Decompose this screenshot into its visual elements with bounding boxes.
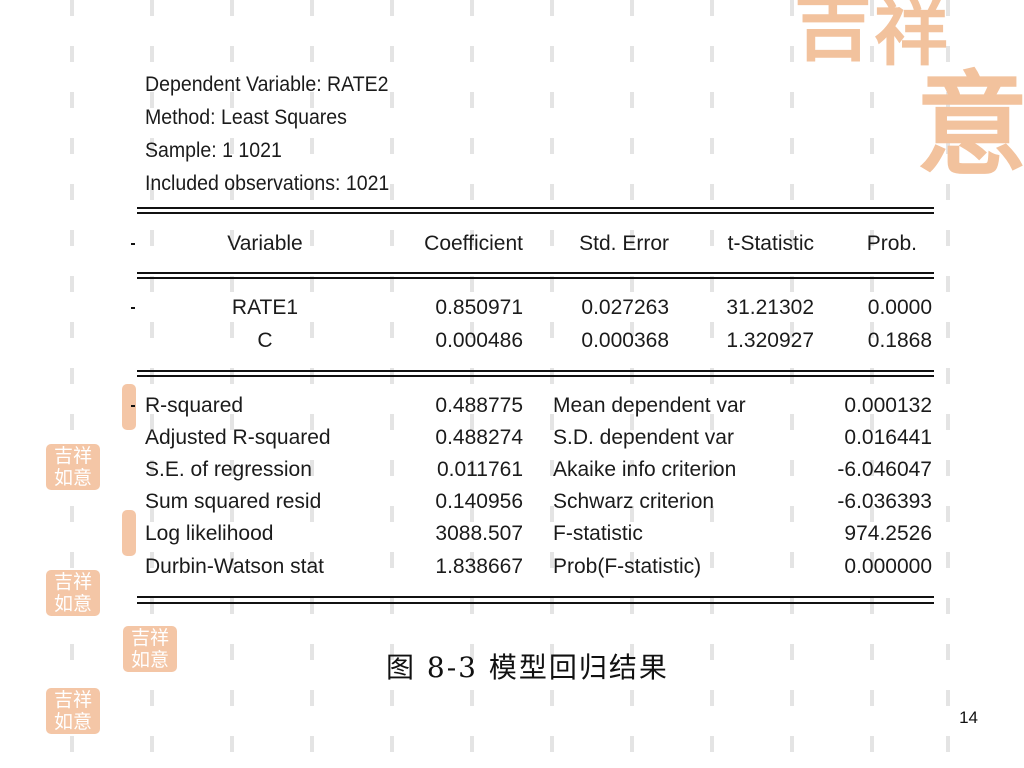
stat-value: 0.488775 — [435, 394, 523, 417]
seal-decoration-small — [122, 384, 136, 430]
column-header-coefficient: Coefficient — [424, 232, 523, 255]
seal-decoration-small: 吉祥 如意 — [46, 570, 100, 616]
t-statistic-value: 31.21302 — [726, 296, 814, 319]
stat-label-right: Mean dependent var — [553, 394, 746, 417]
stat-label: Durbin-Watson stat — [145, 555, 324, 578]
figure-caption: 图 8-3 模型回归结果 — [386, 651, 669, 684]
column-header-t-statistic: t-Statistic — [727, 232, 814, 255]
column-header-variable: Variable — [227, 232, 303, 255]
table-rule-header — [137, 277, 934, 279]
variable-name: C — [257, 329, 273, 352]
stat-label: Sum squared resid — [145, 490, 322, 513]
stat-label-right: S.D. dependent var — [553, 426, 734, 449]
stat-label-right: F-statistic — [553, 522, 643, 545]
seal-decoration-large: 吉 祥 意 — [794, 0, 1024, 210]
seal-decoration-small: 吉祥 如意 — [46, 444, 100, 490]
table-rule-bottom — [137, 602, 934, 604]
seal-decoration-small: 吉祥 如意 — [123, 626, 177, 672]
column-header-std-error: Std. Error — [579, 232, 669, 255]
stat-value-right: 974.2526 — [844, 522, 932, 545]
seal-decoration-small: 吉祥 如意 — [46, 688, 100, 734]
table-rule-top — [137, 212, 934, 214]
stat-label: Log likelihood — [145, 522, 274, 545]
coefficient-value: 0.000486 — [435, 329, 523, 352]
dependent-variable-line: Dependent Variable: RATE2 — [145, 73, 389, 96]
sample-line: Sample: 1 1021 — [145, 139, 282, 162]
stat-label-right: Schwarz criterion — [553, 490, 715, 513]
observations-line: Included observations: 1021 — [145, 172, 390, 195]
row-marker — [131, 307, 135, 309]
row-marker — [131, 243, 135, 245]
regression-header: Dependent Variable: RATE2 Method: Least … — [145, 68, 389, 200]
stat-label: R-squared — [145, 394, 244, 417]
stat-value-right: -6.046047 — [837, 458, 932, 481]
stat-value-right: 0.000132 — [844, 394, 932, 417]
stat-value: 0.488274 — [435, 426, 523, 449]
seal-glyph-1: 吉 — [794, 0, 873, 72]
std-error-value: 0.000368 — [581, 329, 669, 352]
stat-value: 1.838667 — [435, 555, 523, 578]
seal-decoration-small — [122, 510, 136, 556]
table-rule-middle — [137, 375, 934, 377]
row-marker — [131, 405, 135, 407]
stat-value-right: -6.036393 — [837, 490, 932, 513]
stat-label: S.E. of regression — [145, 458, 312, 481]
prob-value: 0.0000 — [867, 296, 932, 319]
coefficient-value: 0.850971 — [435, 296, 523, 319]
prob-value: 0.1868 — [867, 329, 932, 352]
column-header-prob: Prob. — [866, 232, 917, 255]
t-statistic-value: 1.320927 — [726, 329, 814, 352]
method-line: Method: Least Squares — [145, 106, 347, 129]
stat-value: 3088.507 — [435, 522, 523, 545]
table-rule-top — [137, 207, 934, 209]
stat-label: Adjusted R-squared — [145, 426, 331, 449]
stat-label-right: Prob(F-statistic) — [553, 555, 702, 578]
std-error-value: 0.027263 — [581, 296, 669, 319]
stat-value-right: 0.016441 — [844, 426, 932, 449]
stat-value: 0.011761 — [436, 458, 523, 481]
table-rule-middle — [137, 370, 934, 372]
stat-value: 0.140956 — [435, 490, 523, 513]
table-rule-header — [137, 272, 934, 274]
stat-label-right: Akaike info criterion — [553, 458, 737, 481]
seal-glyph-3: 意 — [916, 60, 1024, 191]
stat-value-right: 0.000000 — [844, 555, 932, 578]
variable-name: RATE1 — [231, 296, 299, 319]
page-number: 14 — [959, 708, 978, 727]
table-rule-bottom — [137, 596, 934, 598]
